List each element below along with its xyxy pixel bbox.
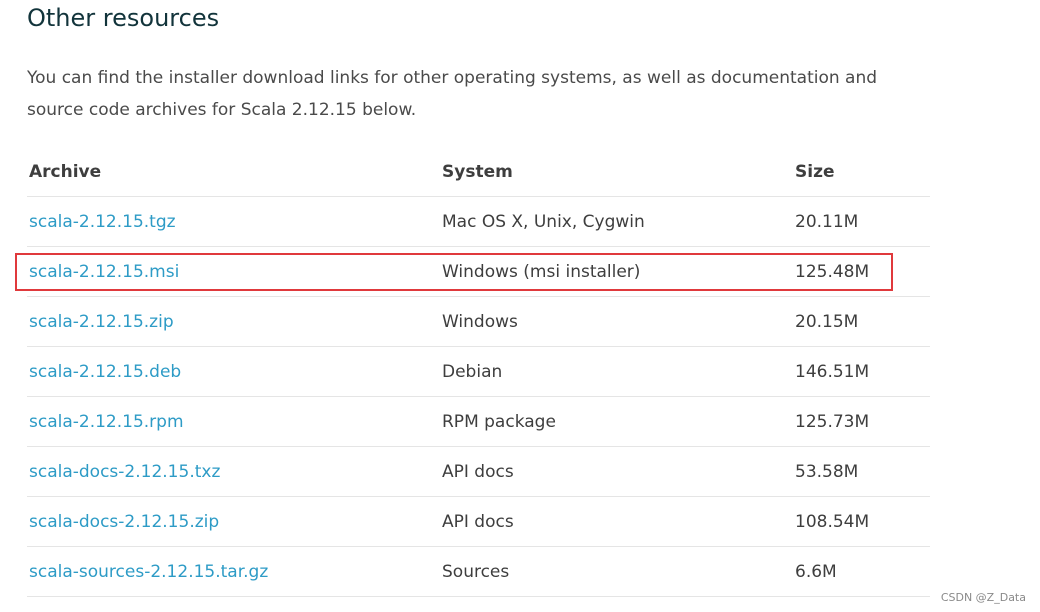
archive-download-link[interactable]: scala-2.12.15.tgz <box>29 212 176 232</box>
table-body: scala-2.12.15.tgz Mac OS X, Unix, Cygwin… <box>27 196 930 597</box>
section-intro: You can find the installer download link… <box>27 68 878 120</box>
archive-cell: scala-docs-2.12.15.zip <box>27 496 440 547</box>
archive-cell: scala-2.12.15.tgz <box>27 196 440 247</box>
column-header-system: System <box>440 147 793 197</box>
archives-table: Archive System Size scala-2.12.15.tgz Ma… <box>27 147 930 597</box>
size-cell: 20.15M <box>793 296 930 347</box>
archive-download-link[interactable]: scala-docs-2.12.15.txz <box>29 462 220 482</box>
table-row: scala-docs-2.12.15.zip API docs 108.54M <box>27 496 930 547</box>
table-row: scala-sources-2.12.15.tar.gz Sources 6.6… <box>27 546 930 597</box>
archive-download-link[interactable]: scala-2.12.15.msi <box>29 262 179 282</box>
archive-cell: scala-2.12.15.rpm <box>27 396 440 447</box>
system-cell: Sources <box>440 546 793 597</box>
archive-cell: scala-2.12.15.msi <box>27 246 440 297</box>
size-cell: 125.73M <box>793 396 930 447</box>
system-cell: Debian <box>440 346 793 397</box>
table-row: scala-2.12.15.deb Debian 146.51M <box>27 346 930 397</box>
system-cell: Mac OS X, Unix, Cygwin <box>440 196 793 247</box>
size-cell: 125.48M <box>793 246 930 297</box>
table-row: scala-2.12.15.rpm RPM package 125.73M <box>27 396 930 447</box>
table-row: scala-2.12.15.msi Windows (msi installer… <box>27 246 930 297</box>
archive-download-link[interactable]: scala-2.12.15.deb <box>29 362 181 382</box>
section-title: Other resources <box>27 4 220 32</box>
archive-download-link[interactable]: scala-docs-2.12.15.zip <box>29 512 219 532</box>
archive-cell: scala-2.12.15.zip <box>27 296 440 347</box>
system-cell: API docs <box>440 446 793 497</box>
page: Other resources You can find the install… <box>0 0 1040 612</box>
archive-download-link[interactable]: scala-sources-2.12.15.tar.gz <box>29 562 268 582</box>
column-header-size: Size <box>793 147 930 197</box>
table-row: scala-2.12.15.tgz Mac OS X, Unix, Cygwin… <box>27 196 930 247</box>
table-row: scala-docs-2.12.15.txz API docs 53.58M <box>27 446 930 497</box>
archive-cell: scala-2.12.15.deb <box>27 346 440 397</box>
size-cell: 146.51M <box>793 346 930 397</box>
size-cell: 20.11M <box>793 196 930 247</box>
system-cell: API docs <box>440 496 793 547</box>
archive-cell: scala-sources-2.12.15.tar.gz <box>27 546 440 597</box>
size-cell: 6.6M <box>793 546 930 597</box>
size-cell: 108.54M <box>793 496 930 547</box>
archive-download-link[interactable]: scala-2.12.15.rpm <box>29 412 184 432</box>
column-header-archive: Archive <box>27 147 440 197</box>
archive-cell: scala-docs-2.12.15.txz <box>27 446 440 497</box>
watermark: CSDN @Z_Data <box>940 591 1026 604</box>
size-cell: 53.58M <box>793 446 930 497</box>
archive-download-link[interactable]: scala-2.12.15.zip <box>29 312 174 332</box>
system-cell: Windows (msi installer) <box>440 246 793 297</box>
system-cell: Windows <box>440 296 793 347</box>
system-cell: RPM package <box>440 396 793 447</box>
table-row: scala-2.12.15.zip Windows 20.15M <box>27 296 930 347</box>
table-header-row: Archive System Size <box>27 147 930 197</box>
